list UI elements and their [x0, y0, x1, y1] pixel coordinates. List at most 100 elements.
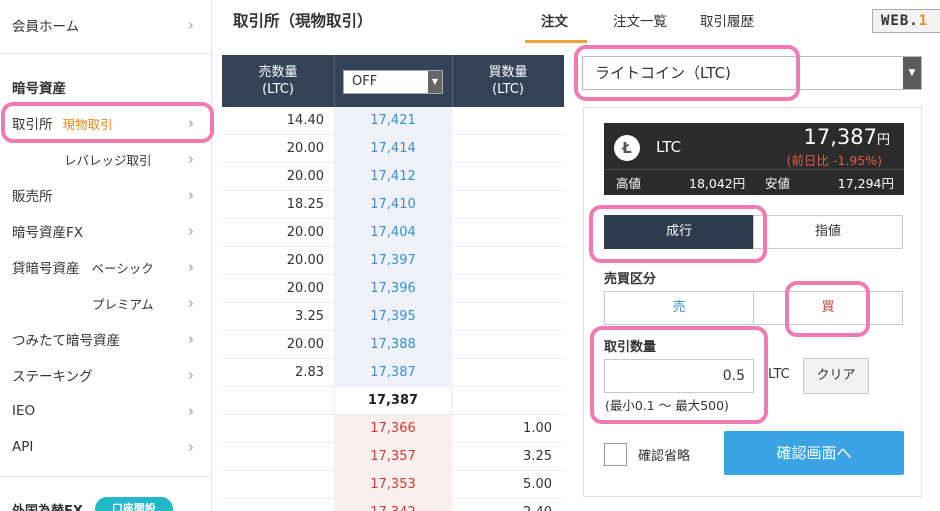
empty-buy-qty [452, 387, 564, 415]
tab-order-list[interactable]: 注文一覧 [613, 10, 667, 30]
ask-price[interactable]: 17,388 [334, 331, 452, 359]
order-book-header: 売数量 (LTC) OFF ▼ 買数量 (LTC) [222, 55, 564, 107]
sidebar-item-crypto-fx[interactable]: 暗号資産FX › [0, 213, 212, 249]
bid-row[interactable]: 17,342 2.40 [222, 499, 564, 511]
sidebar-divider [0, 476, 212, 477]
empty-buy-qty [452, 135, 564, 163]
chevron-right-icon: › [188, 150, 194, 168]
ask-row[interactable]: 20.00 17,396 [222, 275, 564, 303]
sidebar-item-ieo[interactable]: IEO › [0, 393, 212, 429]
ask-price[interactable]: 17,412 [334, 163, 452, 191]
bid-price[interactable]: 17,342 [334, 499, 452, 511]
skip-confirm-label: 確認省略 [638, 449, 691, 464]
bid-row[interactable]: 17,353 5.00 [222, 471, 564, 499]
chevron-right-icon: › [188, 294, 194, 312]
empty-buy-qty [452, 331, 564, 359]
currency-pair-select[interactable]: ライトコイン（LTC) ▼ [582, 56, 922, 90]
clear-button[interactable]: クリア [803, 358, 869, 394]
market-order-button[interactable]: 成行 [604, 215, 754, 249]
empty-buy-qty [452, 191, 564, 219]
ask-row[interactable]: 20.00 17,388 [222, 331, 564, 359]
sidebar-item-staking[interactable]: ステーキング › [0, 357, 212, 393]
ask-row[interactable]: 20.00 17,404 [222, 219, 564, 247]
empty-sell-qty [222, 499, 334, 511]
ask-price[interactable]: 17,404 [334, 219, 452, 247]
empty-buy-qty [452, 275, 564, 303]
sidebar-item-lending-premium[interactable]: プレミアム › [0, 285, 212, 321]
ask-qty: 20.00 [286, 169, 324, 184]
ask-row[interactable]: 14.40 17,421 [222, 107, 564, 135]
bid-row[interactable]: 17,366 1.00 [222, 415, 564, 443]
ask-qty: 20.00 [286, 141, 324, 156]
sidebar-item-label: 販売所 [12, 189, 53, 205]
empty-buy-qty [452, 107, 564, 135]
sidebar-item-api[interactable]: API › [0, 429, 212, 465]
sidebar-item-tsumitate[interactable]: つみたて暗号資産 › [0, 321, 212, 357]
ask-qty: 2.83 [295, 365, 324, 380]
ask-price[interactable]: 17,421 [334, 107, 452, 135]
tab-trade-history[interactable]: 取引履歴 [700, 10, 754, 30]
ask-price[interactable]: 17,395 [334, 303, 452, 331]
sidebar-divider [0, 53, 212, 54]
ask-row[interactable]: 20.00 17,397 [222, 247, 564, 275]
bid-price[interactable]: 17,353 [334, 471, 452, 499]
bid-qty: 3.25 [523, 449, 552, 464]
bid-price[interactable]: 17,366 [334, 415, 452, 443]
chevron-right-icon: › [188, 186, 194, 204]
ask-qty: 20.00 [286, 281, 324, 296]
ask-row[interactable]: 2.83 17,387 [222, 359, 564, 387]
price-grouping-select[interactable]: OFF ▼ [343, 70, 443, 94]
bid-row[interactable]: 17,357 3.25 [222, 443, 564, 471]
ask-row[interactable]: 20.00 17,414 [222, 135, 564, 163]
brand-logo: WEB.1 [872, 9, 940, 33]
ask-row[interactable]: 18.25 17,410 [222, 191, 564, 219]
tab-order[interactable]: 注文 [541, 10, 568, 30]
ask-price[interactable]: 17,397 [334, 247, 452, 275]
sidebar-item-label: プレミアム [92, 296, 154, 312]
sell-button[interactable]: 売 [604, 291, 754, 325]
empty-sell-qty [222, 443, 334, 471]
sidebar-item-sales[interactable]: 販売所 › [0, 177, 212, 213]
sidebar-item-exchange-spot[interactable]: 取引所 現物取引 › [0, 105, 212, 141]
skip-confirm-checkbox[interactable] [604, 443, 627, 466]
chevron-right-icon: › [188, 222, 194, 240]
sidebar-item-member-home[interactable]: 会員ホーム › [0, 7, 212, 43]
page-title: 取引所（現物取引） [233, 12, 373, 30]
ticker-change: (前日比 -1.95%) [786, 153, 882, 168]
sidebar-subitem-basic[interactable]: ベーシック [92, 258, 154, 277]
chevron-right-icon: › [188, 438, 194, 456]
empty-buy-qty [452, 163, 564, 191]
ask-qty: 20.00 [286, 253, 324, 268]
open-account-button[interactable]: 口座開設 [94, 497, 173, 511]
confirm-screen-button[interactable]: 確認画面へ [724, 431, 904, 475]
ticker-divider [604, 169, 904, 170]
sidebar-item-label: 取引所 [12, 117, 53, 133]
ask-qty: 18.25 [286, 197, 324, 212]
sidebar-subitem-spot[interactable]: 現物取引 [63, 114, 113, 133]
ask-price[interactable]: 17,396 [334, 275, 452, 303]
sidebar-item-label: 貸暗号資産 [12, 261, 80, 277]
price-grouping-value: OFF [352, 74, 378, 89]
chevron-right-icon: › [188, 258, 194, 276]
quantity-unit: LTC [768, 367, 790, 382]
chevron-right-icon: › [188, 114, 194, 132]
ask-price[interactable]: 17,414 [334, 135, 452, 163]
ask-price[interactable]: 17,410 [334, 191, 452, 219]
litecoin-icon: Ł [614, 135, 640, 161]
quantity-input[interactable]: 0.5 [604, 359, 754, 393]
buy-qty-header-unit: (LTC) [492, 82, 524, 97]
ask-price[interactable]: 17,387 [334, 359, 452, 387]
sidebar-item-label: API [12, 439, 34, 455]
sell-qty-header-unit: (LTC) [262, 82, 294, 97]
ticker-price-value: 17,387 [803, 125, 877, 149]
sidebar-item-lending-basic[interactable]: 貸暗号資産 ベーシック › [0, 249, 212, 285]
ask-row[interactable]: 20.00 17,412 [222, 163, 564, 191]
ask-row[interactable]: 3.25 17,395 [222, 303, 564, 331]
sidebar-item-leverage[interactable]: レバレッジ取引 › [0, 141, 212, 177]
bid-price[interactable]: 17,357 [334, 443, 452, 471]
sidebar-fx-section: 外国為替FX 口座開設 [12, 497, 212, 511]
buy-qty-header-label: 買数量 [488, 65, 528, 80]
buy-button[interactable]: 買 [753, 291, 903, 325]
limit-order-button[interactable]: 指値 [753, 215, 903, 249]
ticker-symbol: LTC [656, 138, 682, 156]
